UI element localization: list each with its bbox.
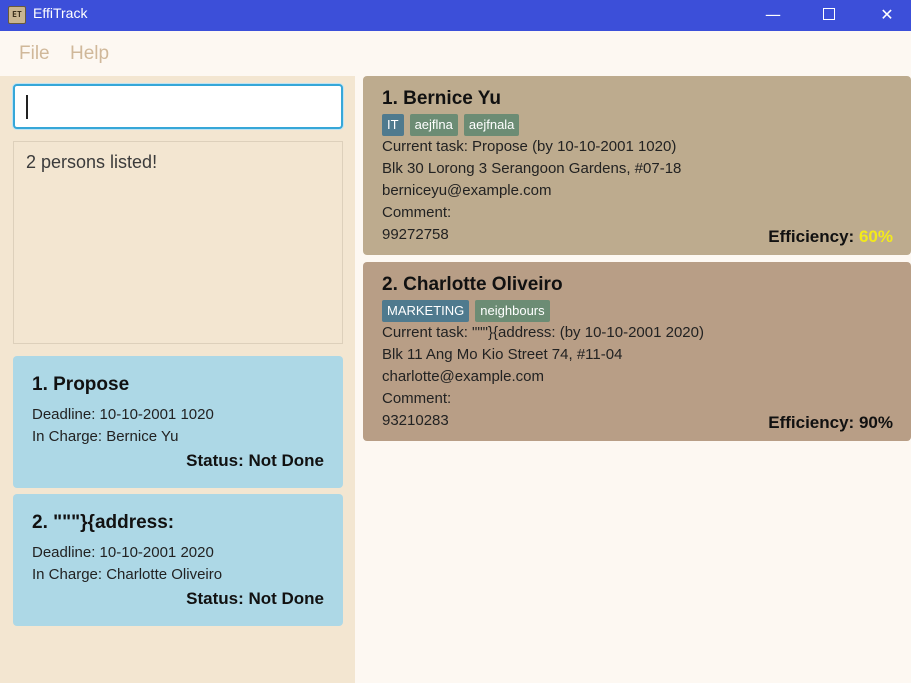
close-button[interactable]: ✕	[858, 0, 911, 31]
person-name: 2. Charlotte Oliveiro	[382, 274, 563, 295]
person-comment: Comment:	[382, 204, 452, 221]
person-efficiency: Efficiency: 90%	[768, 413, 893, 433]
task-in-charge: In Charge: Bernice Yu	[32, 428, 179, 445]
efficiency-value: 60%	[858, 227, 893, 246]
task-status: Status: Not Done	[186, 451, 324, 470]
task-title: 2. """}{address:	[32, 512, 175, 533]
minimize-icon: —	[765, 5, 781, 24]
efficiency-label: Efficiency:	[768, 227, 855, 246]
person-tags: MARKETING neighbours	[382, 300, 550, 322]
efficiency-label: Efficiency:	[768, 413, 855, 432]
title-bar: ET EffiTrack — ✕	[0, 0, 911, 31]
menu-file[interactable]: File	[19, 43, 50, 65]
person-phone: 99272758	[382, 226, 449, 243]
task-deadline: Deadline: 10-10-2001 1020	[32, 406, 214, 423]
tag-badge: MARKETING	[382, 300, 470, 322]
tag-badge: aejflna	[409, 114, 458, 136]
task-title: 1. Propose	[32, 374, 130, 395]
person-card[interactable]: 2. Charlotte Oliveiro MARKETING neighbou…	[363, 262, 911, 441]
maximize-button[interactable]	[800, 0, 858, 31]
tag-badge: IT	[382, 114, 404, 136]
person-phone: 93210283	[382, 412, 449, 429]
person-tags: IT aejflna aejfnala	[382, 114, 520, 136]
task-card[interactable]: 2. """}{address: Deadline: 10-10-2001 20…	[13, 494, 343, 626]
left-panel: 2 persons listed! 1. Propose Deadline: 1…	[0, 76, 355, 683]
task-status: Status: Not Done	[186, 589, 324, 608]
person-email: charlotte@example.com	[382, 368, 544, 385]
maximize-icon	[823, 8, 835, 20]
person-card[interactable]: 1. Bernice Yu IT aejflna aejfnala Curren…	[363, 76, 911, 255]
minimize-button[interactable]: —	[744, 0, 802, 31]
window-title: EffiTrack	[33, 5, 88, 21]
person-efficiency: Efficiency: 60%	[768, 227, 893, 247]
person-address: Blk 30 Lorong 3 Serangoon Gardens, #07-1…	[382, 160, 682, 177]
close-icon: ✕	[880, 5, 894, 24]
result-display[interactable]: 2 persons listed!	[13, 141, 343, 344]
result-message: 2 persons listed!	[26, 152, 158, 172]
task-deadline: Deadline: 10-10-2001 2020	[32, 544, 214, 561]
person-email: berniceyu@example.com	[382, 182, 552, 199]
task-in-charge: In Charge: Charlotte Oliveiro	[32, 566, 223, 583]
app-logo-icon: ET	[8, 6, 26, 24]
person-current-task: Current task: Propose (by 10-10-2001 102…	[382, 138, 677, 155]
person-name: 1. Bernice Yu	[382, 88, 501, 109]
person-list-panel: 1. Bernice Yu IT aejflna aejfnala Curren…	[355, 76, 911, 683]
task-card[interactable]: 1. Propose Deadline: 10-10-2001 1020 In …	[13, 356, 343, 488]
text-caret	[26, 95, 28, 119]
menu-help[interactable]: Help	[70, 43, 109, 65]
person-address: Blk 11 Ang Mo Kio Street 74, #11-04	[382, 346, 623, 363]
tag-badge: aejfnala	[463, 114, 520, 136]
efficiency-value: 90%	[858, 413, 893, 432]
command-input[interactable]	[13, 84, 343, 129]
person-comment: Comment:	[382, 390, 452, 407]
tag-badge: neighbours	[475, 300, 550, 322]
person-current-task: Current task: """}{address: (by 10-10-20…	[382, 324, 704, 341]
menu-bar: File Help	[0, 31, 911, 76]
